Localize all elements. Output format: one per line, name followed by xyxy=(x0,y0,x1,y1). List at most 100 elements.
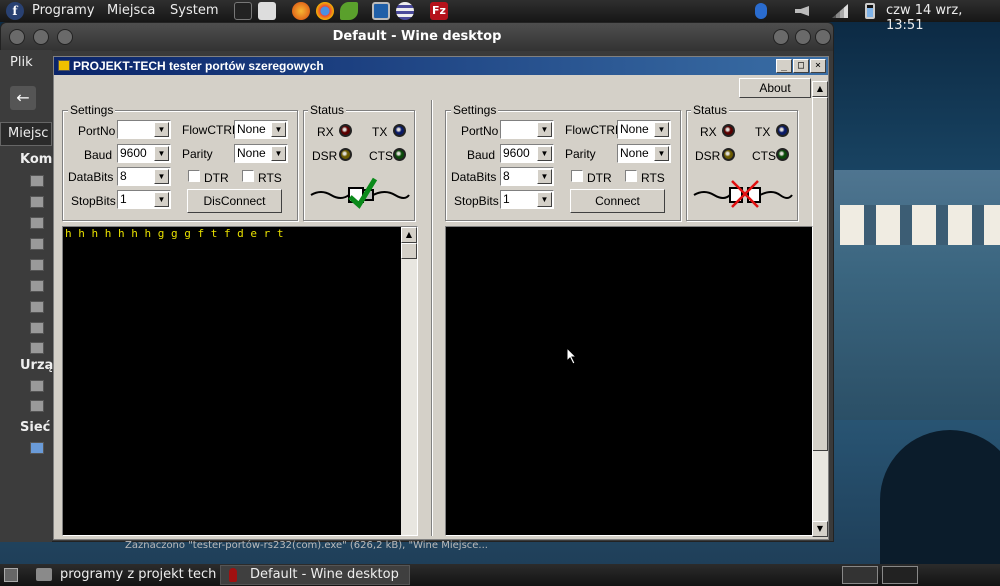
network-icon[interactable] xyxy=(30,442,44,454)
battery-icon[interactable] xyxy=(865,3,875,19)
terminal-scrollbar[interactable]: ▲ xyxy=(401,227,417,535)
close-button[interactable]: × xyxy=(810,59,826,73)
workspace-1[interactable] xyxy=(842,566,878,584)
dsr-label: DSR xyxy=(695,149,721,163)
gimp-launcher-icon[interactable] xyxy=(396,2,414,20)
dtr-checkbox[interactable] xyxy=(188,170,200,182)
scroll-up-button[interactable]: ▲ xyxy=(812,81,828,97)
task-file-manager[interactable]: programy z projekt tech xyxy=(60,567,216,582)
drive-icon[interactable] xyxy=(30,380,44,392)
workspace-2[interactable] xyxy=(882,566,918,584)
databits-label: DataBits xyxy=(451,170,497,184)
baud-select[interactable]: 9600 ▼ xyxy=(500,144,554,163)
menu-places[interactable]: Miejsca xyxy=(107,3,155,18)
folder-icon[interactable] xyxy=(30,322,44,334)
parity-select[interactable]: None ▼ xyxy=(617,144,671,163)
folder-icon[interactable] xyxy=(30,238,44,250)
window-close-icon[interactable] xyxy=(815,29,831,45)
menu-applications[interactable]: Programy xyxy=(32,3,95,18)
cts-label: CTS xyxy=(752,149,776,163)
tx-label: TX xyxy=(372,125,388,139)
cts-led-icon xyxy=(776,148,789,161)
mouse-cursor-icon xyxy=(566,347,578,365)
window-menu-icon[interactable] xyxy=(9,29,25,45)
rx-label: RX xyxy=(317,125,334,139)
parity-select[interactable]: None ▼ xyxy=(234,144,288,163)
terminal-output-2[interactable] xyxy=(445,226,813,536)
flowctrl-label: FlowCTRL xyxy=(182,123,239,137)
rx-label: RX xyxy=(700,125,717,139)
minimize-button[interactable]: _ xyxy=(776,59,792,73)
text-editor-launcher-icon[interactable] xyxy=(258,2,276,20)
terminal-launcher-icon[interactable] xyxy=(234,2,252,20)
task-wine-desktop[interactable]: Default - Wine desktop xyxy=(250,567,399,582)
dtr-checkbox[interactable] xyxy=(571,170,583,182)
leaf-launcher-icon[interactable] xyxy=(340,2,358,20)
fedora-logo-icon[interactable]: f xyxy=(6,2,24,20)
cable-disconnected-icon xyxy=(693,180,793,208)
menu-file[interactable]: Plik xyxy=(10,55,33,70)
window-shade-icon[interactable] xyxy=(33,29,49,45)
places-label[interactable]: Miejsc xyxy=(8,126,48,141)
app-title: PROJEKT-TECH tester portów szeregowych xyxy=(73,59,324,73)
baud-label: Baud xyxy=(84,148,113,162)
folder-icon[interactable] xyxy=(30,196,44,208)
firefox-launcher-icon[interactable] xyxy=(292,2,310,20)
trash-icon[interactable] xyxy=(30,342,44,354)
chevron-down-icon: ▼ xyxy=(537,169,552,184)
app-title-bar[interactable]: PROJEKT-TECH tester portów szeregowych xyxy=(54,57,828,75)
databits-select[interactable]: 8 ▼ xyxy=(117,167,171,186)
dsr-led-icon xyxy=(722,148,735,161)
window-maximize-icon[interactable] xyxy=(795,29,811,45)
baud-select[interactable]: 9600 ▼ xyxy=(117,144,171,163)
folder-icon[interactable] xyxy=(30,280,44,292)
folder-icon[interactable] xyxy=(30,217,44,229)
bluetooth-icon[interactable] xyxy=(755,3,767,19)
rts-checkbox[interactable] xyxy=(625,170,637,182)
back-arrow-icon[interactable]: ← xyxy=(10,86,36,110)
folder-icon[interactable] xyxy=(30,259,44,271)
settings-title: Settings xyxy=(68,103,116,117)
window-shade-icon-2[interactable] xyxy=(57,29,73,45)
filezilla-launcher-icon[interactable]: Fz xyxy=(430,2,448,20)
window-minimize-icon[interactable] xyxy=(773,29,789,45)
folder-icon[interactable] xyxy=(30,301,44,313)
window-title[interactable]: Default - Wine desktop xyxy=(1,23,833,51)
terminal-output-1[interactable]: h h h h h h h g g g f t f d e r t ▲ xyxy=(62,226,418,536)
folder-icon[interactable] xyxy=(30,175,44,187)
rts-checkbox[interactable] xyxy=(242,170,254,182)
flowctrl-select[interactable]: None ▼ xyxy=(234,120,288,139)
drive-icon[interactable] xyxy=(30,400,44,412)
chrome-launcher-icon[interactable] xyxy=(316,2,334,20)
volume-icon[interactable] xyxy=(795,6,809,16)
scroll-up-button[interactable]: ▲ xyxy=(401,227,417,243)
status-title: Status xyxy=(308,103,347,117)
stopbits-select[interactable]: 1 ▼ xyxy=(500,190,554,209)
about-button[interactable]: About xyxy=(739,78,811,98)
wallpaper-bridge-arches xyxy=(840,205,1000,245)
disconnect-button[interactable]: DisConnect xyxy=(187,189,282,213)
stopbits-select[interactable]: 1 ▼ xyxy=(117,190,171,209)
parity-label: Parity xyxy=(565,147,596,161)
flowctrl-select[interactable]: None ▼ xyxy=(617,120,671,139)
portno-select[interactable]: ▼ xyxy=(500,120,554,139)
window-scrollbar[interactable]: ▲ ▼ xyxy=(812,81,828,537)
scroll-thumb[interactable] xyxy=(812,97,828,451)
parity-label: Parity xyxy=(182,147,213,161)
rts-label: RTS xyxy=(258,171,282,185)
scroll-thumb[interactable] xyxy=(401,243,417,259)
bottom-taskbar: programy z projekt tech Default - Wine d… xyxy=(0,564,1000,586)
menu-system[interactable]: System xyxy=(170,3,218,18)
show-desktop-icon[interactable] xyxy=(4,568,18,582)
section-network: Sieć xyxy=(20,420,51,435)
scroll-down-button[interactable]: ▼ xyxy=(812,521,828,537)
connect-button[interactable]: Connect xyxy=(570,189,665,213)
tx-led-icon xyxy=(393,124,406,137)
network-signal-icon[interactable] xyxy=(832,4,848,18)
file-manager-status: Zaznaczono "tester-portów-rs232(com).exe… xyxy=(125,540,488,551)
databits-select[interactable]: 8 ▼ xyxy=(500,167,554,186)
maximize-button[interactable]: □ xyxy=(793,59,809,73)
clock[interactable]: czw 14 wrz, 13:51 xyxy=(886,3,1000,33)
portno-select[interactable]: ▼ xyxy=(117,120,171,139)
virtualbox-launcher-icon[interactable] xyxy=(372,2,390,20)
